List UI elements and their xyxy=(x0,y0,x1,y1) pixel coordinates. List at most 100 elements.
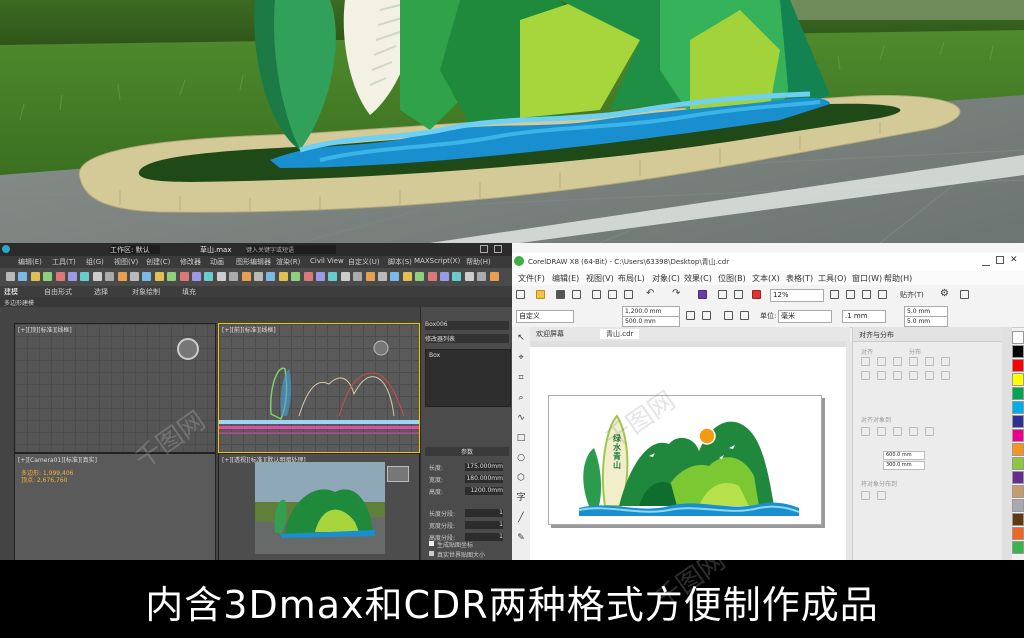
max-toolbar-icon[interactable] xyxy=(92,272,102,281)
max-toolbar-icon[interactable] xyxy=(440,272,449,281)
zoom-tool-icon[interactable]: ⌕ xyxy=(516,393,526,403)
param-value-field[interactable]: 1 xyxy=(465,509,503,517)
max-toolbar-icon[interactable] xyxy=(105,272,115,281)
pick-tool-icon[interactable]: ↖ xyxy=(516,333,526,343)
param-value-field[interactable]: 1 xyxy=(465,533,503,541)
object-name-field[interactable]: Box006 xyxy=(425,321,509,330)
max-toolbar-icon[interactable] xyxy=(229,272,239,281)
max-menu-item[interactable]: Civil View xyxy=(310,257,344,265)
cdr-menu-item[interactable]: 布局(L) xyxy=(618,273,645,284)
cdr-menu-item[interactable]: 位图(B) xyxy=(718,273,746,284)
max-menu-item[interactable]: 视图(V) xyxy=(114,257,138,267)
maximize-icon[interactable] xyxy=(996,256,1004,264)
palette-swatch[interactable] xyxy=(1012,541,1024,554)
max-toolbar-icon[interactable] xyxy=(30,272,40,281)
search-content-icon[interactable] xyxy=(698,290,707,299)
align-option-icon[interactable] xyxy=(861,371,870,380)
max-toolbar-icon[interactable] xyxy=(18,272,28,281)
max-menu-item[interactable]: 帮助(H) xyxy=(466,257,491,267)
max-toolbar-icon[interactable] xyxy=(427,272,437,281)
page-height-field[interactable]: 500.0 mm xyxy=(622,316,680,327)
max-toolbar-icon[interactable] xyxy=(489,272,499,281)
ellipse-tool-icon[interactable]: ○ xyxy=(516,453,526,463)
align-option-icon[interactable] xyxy=(893,371,902,380)
rectangle-tool-icon[interactable]: □ xyxy=(516,433,526,443)
align-to-option-icon[interactable] xyxy=(909,427,918,436)
max-toolbar-icon[interactable] xyxy=(353,272,363,281)
crop-tool-icon[interactable]: ⌗ xyxy=(516,373,526,383)
cdr-menu-item[interactable]: 工具(O) xyxy=(818,273,847,284)
max-toolbar-icon[interactable] xyxy=(192,272,201,281)
palette-swatch[interactable] xyxy=(1012,359,1024,372)
param-value-field[interactable]: 175.000mm xyxy=(465,463,503,471)
max-toolbar-icon[interactable] xyxy=(68,272,77,281)
polygon-tool-icon[interactable]: ⬡ xyxy=(516,473,526,483)
align-to-option-icon[interactable] xyxy=(877,427,886,436)
close-icon[interactable] xyxy=(494,245,502,253)
max-toolbar-icon[interactable] xyxy=(55,272,65,281)
max-toolbar-icon[interactable] xyxy=(43,272,53,281)
rulers-icon[interactable] xyxy=(846,290,855,299)
max-toolbar-icon[interactable] xyxy=(402,272,412,281)
cdr-menu-item[interactable]: 文本(X) xyxy=(752,273,780,284)
tab-welcome[interactable]: 欢迎屏幕 xyxy=(536,329,564,339)
max-toolbar-icon[interactable] xyxy=(390,272,400,281)
max-toolbar-icon[interactable] xyxy=(291,272,301,281)
max-search-input[interactable]: 键入关键字或短语 xyxy=(246,245,336,254)
max-toolbar-icon[interactable] xyxy=(266,272,276,281)
duplicate-y-field[interactable]: 5.0 mm xyxy=(904,316,948,327)
distribute-page-icon[interactable] xyxy=(877,491,886,500)
palette-swatch[interactable] xyxy=(1012,345,1024,358)
parallel-dimension-icon[interactable]: ╱ xyxy=(516,513,526,523)
page-size-preset-select[interactable]: 自定义 xyxy=(516,310,574,323)
shape-tool-icon[interactable]: ⌖ xyxy=(516,353,526,363)
max-toolbar-icon[interactable] xyxy=(477,272,487,281)
max-toolbar-icon[interactable] xyxy=(179,272,189,281)
import-icon[interactable] xyxy=(718,290,727,299)
tab-qingshan-cdr[interactable]: 青山.cdr xyxy=(600,329,640,339)
ribbon-tab[interactable]: 对象绘制 xyxy=(132,287,160,297)
snap-to-dropdown[interactable]: 贴齐(T) xyxy=(900,290,924,300)
max-menu-item[interactable]: 组(G) xyxy=(86,257,104,267)
max-menu-item[interactable]: 修改器 xyxy=(180,257,201,267)
viewport-camera[interactable]: [+][Camera01][标准][真实] 多边形: 1,999,406 顶点:… xyxy=(14,453,216,560)
max-menu-item[interactable]: 图形编辑器 xyxy=(236,257,271,267)
max-toolbar-icon[interactable] xyxy=(452,272,462,281)
palette-swatch[interactable] xyxy=(1012,373,1024,386)
palette-swatch[interactable] xyxy=(1012,415,1024,428)
new-document-icon[interactable] xyxy=(516,290,525,299)
ribbon-tab[interactable]: 建模 xyxy=(4,287,18,297)
distribute-selection-icon[interactable] xyxy=(861,491,870,500)
max-menu-item[interactable]: 渲染(R) xyxy=(276,257,300,267)
max-menu-item[interactable]: 创建(C) xyxy=(146,257,170,267)
align-option-icon[interactable] xyxy=(925,357,934,366)
palette-swatch[interactable] xyxy=(1012,513,1024,526)
palette-swatch[interactable] xyxy=(1012,485,1024,498)
align-to-option-icon[interactable] xyxy=(925,427,934,436)
portrait-icon[interactable] xyxy=(686,311,695,320)
max-toolbar-icon[interactable] xyxy=(142,272,152,281)
max-toolbar-icon[interactable] xyxy=(167,272,177,281)
units-select[interactable]: 毫米 xyxy=(778,310,832,323)
max-menu-item[interactable]: 工具(T) xyxy=(52,257,76,267)
align-option-icon[interactable] xyxy=(909,371,918,380)
align-to-option-icon[interactable] xyxy=(893,427,902,436)
minimize-icon[interactable] xyxy=(480,245,488,253)
viewcube-icon[interactable] xyxy=(177,338,199,360)
max-menu-item[interactable]: MAXScript(X) xyxy=(414,257,460,265)
max-toolbar-icon[interactable] xyxy=(254,272,263,281)
align-option-icon[interactable] xyxy=(941,357,950,366)
align-y-field[interactable]: 300.0 mm xyxy=(883,461,925,470)
max-menu-item[interactable]: 脚本(S) xyxy=(388,257,412,267)
align-option-icon[interactable] xyxy=(893,357,902,366)
max-toolbar-icon[interactable] xyxy=(464,272,474,281)
max-toolbar-icon[interactable] xyxy=(130,272,139,281)
minimize-icon[interactable] xyxy=(982,257,990,266)
close-icon[interactable]: ✕ xyxy=(1010,255,1018,265)
param-value-field[interactable]: 180.000mm xyxy=(465,475,503,483)
palette-swatch[interactable] xyxy=(1012,331,1024,344)
max-toolbar-icon[interactable] xyxy=(241,272,251,281)
max-toolbar-icon[interactable] xyxy=(316,272,325,281)
open-folder-icon[interactable] xyxy=(536,290,545,299)
cdr-menu-item[interactable]: 效果(C) xyxy=(684,273,712,284)
